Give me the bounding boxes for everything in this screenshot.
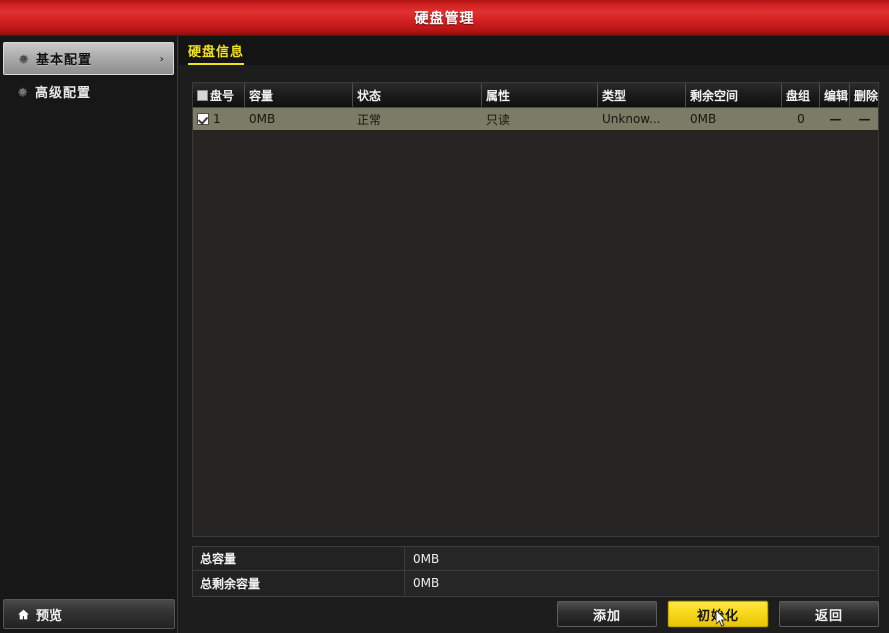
column-header-label: 剩余空间 — [690, 88, 739, 103]
column-header-group[interactable]: 盘组 — [782, 83, 820, 107]
tab-hdd-information[interactable]: 硬盘信息 — [188, 44, 245, 65]
gear-advanced-icon — [9, 85, 35, 98]
footer-button-add[interactable]: 添加 — [557, 601, 657, 627]
hdd-table: 盘号 容量 状态 属性 类型 剩余空间 盘组 编辑 删除 1 0MB 正常 只读 Unknow... 0M… — [192, 82, 879, 537]
table-header-row: 盘号 容量 状态 属性 类型 剩余空间 盘组 编辑 删除 — [193, 83, 878, 108]
column-header-free[interactable]: 剩余空间 — [686, 83, 782, 107]
sidebar-item-label: 基本配置 — [36, 53, 93, 68]
column-header-label: 容量 — [249, 88, 274, 103]
cell-edit[interactable]: — — [820, 108, 850, 130]
table-body: 1 0MB 正常 只读 Unknow... 0MB 0 — — — [193, 108, 878, 130]
footer-button-bar: 添加 初始化 返回 — [179, 600, 889, 628]
main-panel: 硬盘信息 盘号 容量 状态 属性 类型 剩余空间 盘组 编辑 删除 1 0MB 正常 只读 Unknow… — [179, 36, 889, 633]
column-header-type[interactable]: 类型 — [598, 83, 686, 107]
button-label: 返回 — [814, 608, 843, 624]
window-title: 硬盘管理 — [414, 10, 475, 27]
select-all-checkbox[interactable] — [197, 89, 208, 101]
column-header-label: 状态 — [357, 88, 382, 103]
row-checkbox[interactable] — [197, 113, 209, 125]
summary-panel: 总容量 0MB 总剩余容量 0MB — [192, 546, 879, 597]
cell-no: 1 — [193, 108, 245, 130]
column-header-cap[interactable]: 容量 — [245, 83, 353, 107]
cell-prop: 只读 — [482, 108, 598, 130]
cell-text: 0MB — [690, 112, 717, 126]
cell-text: 1 — [213, 112, 221, 126]
tab-strip: 硬盘信息 — [179, 36, 889, 65]
cell-text: 0 — [797, 112, 805, 126]
cell-text: 正常 — [357, 112, 382, 127]
footer-button-init[interactable]: 初始化 — [668, 601, 768, 627]
cell-free: 0MB — [686, 108, 782, 130]
sidebar-item-basic-settings[interactable]: 基本配置 › — [3, 42, 174, 75]
sidebar-preview-label: 预览 — [36, 608, 63, 624]
summary-value: 0MB — [405, 547, 878, 570]
cell-type: Unknow... — [598, 108, 686, 130]
chevron-right-icon: › — [159, 52, 164, 65]
cell-del[interactable]: — — [850, 108, 878, 130]
summary-value: 0MB — [405, 571, 878, 595]
column-header-no[interactable]: 盘号 — [193, 83, 245, 107]
gear-icon — [10, 52, 36, 65]
sidebar: 基本配置 › 高级配置 预览 — [0, 36, 178, 633]
column-header-prop[interactable]: 属性 — [482, 83, 598, 107]
footer-button-back[interactable]: 返回 — [779, 601, 879, 627]
cell-cap: 0MB — [245, 108, 353, 130]
hdd-management-window: 硬盘管理 基本配置 › 高级配置 预览 硬盘信息 盘号 容量 状态 属性 类型 … — [0, 0, 889, 633]
column-header-label: 盘组 — [786, 88, 811, 103]
button-label: 添加 — [592, 608, 621, 624]
summary-label: 总容量 — [193, 547, 405, 570]
summary-row: 总剩余容量 0MB — [193, 571, 878, 595]
cell-text: — — [858, 112, 871, 126]
cell-text: Unknow... — [602, 112, 661, 126]
column-header-del[interactable]: 删除 — [850, 83, 878, 107]
cell-text: 0MB — [249, 112, 276, 126]
sidebar-item-advanced-settings[interactable]: 高级配置 — [3, 75, 174, 108]
cell-text: — — [829, 112, 842, 126]
home-icon — [10, 608, 36, 621]
cell-group: 0 — [782, 108, 820, 130]
column-header-label: 盘号 — [210, 88, 235, 103]
cell-text: 只读 — [486, 112, 511, 127]
table-row[interactable]: 1 0MB 正常 只读 Unknow... 0MB 0 — — — [193, 108, 878, 130]
window-title-bar: 硬盘管理 — [0, 0, 889, 36]
column-header-label: 属性 — [486, 88, 511, 103]
summary-row: 总容量 0MB — [193, 547, 878, 571]
column-header-label: 删除 — [854, 88, 878, 103]
sidebar-preview-button[interactable]: 预览 — [3, 599, 175, 629]
sidebar-item-label: 高级配置 — [35, 86, 92, 101]
column-header-label: 编辑 — [824, 88, 849, 103]
column-header-edit[interactable]: 编辑 — [820, 83, 850, 107]
summary-label: 总剩余容量 — [193, 571, 405, 595]
column-header-label: 类型 — [602, 88, 627, 103]
button-label: 初始化 — [696, 608, 739, 624]
column-header-status[interactable]: 状态 — [353, 83, 482, 107]
cell-status: 正常 — [353, 108, 482, 130]
